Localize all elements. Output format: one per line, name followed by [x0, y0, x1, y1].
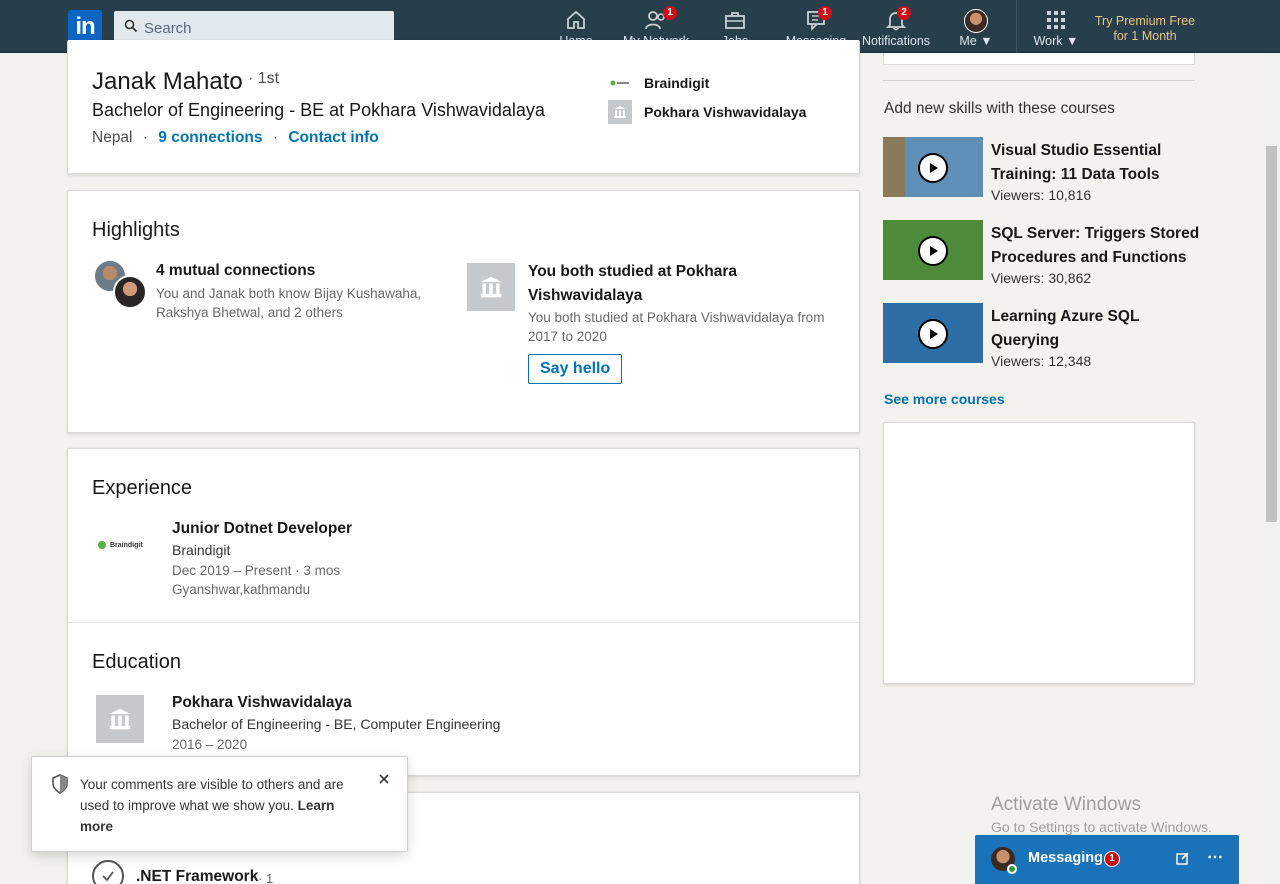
school-icon [608, 100, 632, 124]
experience-location: Gyanshwar,kathmandu [172, 582, 311, 597]
nav-work-label: Work [1033, 34, 1063, 48]
nav-notifications[interactable]: 2 Notifications [860, 6, 932, 51]
more-options-icon[interactable]: ⋯ [1207, 847, 1224, 867]
nav-me[interactable]: Me ▼ [955, 9, 997, 51]
section-divider [68, 622, 859, 623]
connection-degree: · 1st [248, 70, 280, 87]
bell-icon: 2 [885, 6, 911, 31]
shield-icon [51, 774, 69, 799]
search-icon [124, 19, 138, 38]
education-school[interactable]: Pokhara Vishwavidalaya [172, 694, 352, 712]
experience-role[interactable]: Junior Dotnet Developer [172, 520, 352, 538]
nav-work[interactable]: Work ▼ [1030, 9, 1082, 51]
course-title: SQL Server: Triggers Stored Procedures a… [991, 225, 1200, 266]
home-icon [556, 9, 596, 31]
messaging-icon: 1 [804, 6, 832, 31]
premium-link[interactable]: Try Premium Free for 1 Month [1093, 14, 1197, 44]
separator-dot: · [272, 129, 278, 146]
separator-dot: · [142, 129, 148, 146]
caret-down-icon: ▼ [980, 34, 993, 48]
education-title: Education [92, 651, 181, 673]
school-icon[interactable] [96, 695, 144, 743]
avatar [113, 275, 147, 309]
course-item[interactable]: Visual Studio Essential Training: 11 Dat… [883, 137, 1195, 203]
say-hello-button[interactable]: Say hello [528, 354, 623, 384]
scrollbar-thumb[interactable] [1266, 146, 1277, 522]
linkedin-logo[interactable]: in [68, 10, 102, 44]
me-avatar-wrap [955, 9, 997, 33]
profile-name: Janak Mahato [92, 68, 243, 95]
nav-divider [1016, 0, 1017, 53]
highlights-title: Highlights [92, 219, 180, 241]
nav-notifications-label: Notifications [861, 34, 931, 48]
sidebar-divider [883, 80, 1195, 81]
notifications-badge: 2 [897, 6, 911, 20]
courses-heading: Add new skills with these courses [884, 100, 1115, 117]
play-icon [918, 236, 948, 266]
profile-location: Nepal [92, 129, 133, 146]
studied-together-title: You both studied at Pokhara Vishwavidala… [528, 263, 737, 304]
connections-link[interactable]: 9 connections [158, 129, 262, 146]
contact-info-link[interactable]: Contact info [288, 129, 378, 146]
current-company[interactable]: Braindigit [608, 71, 709, 95]
messaging-badge: 1 [818, 6, 832, 20]
course-item[interactable]: SQL Server: Triggers Stored Procedures a… [883, 220, 1199, 286]
comments-notice-toast: Your comments are visible to others and … [31, 756, 408, 852]
briefcase-icon [715, 9, 755, 31]
nav-work-label-wrap: Work ▼ [1030, 34, 1082, 48]
grid-icon [1045, 9, 1067, 31]
online-status-dot [1007, 864, 1017, 874]
current-school[interactable]: Pokhara Vishwavidalaya [608, 100, 806, 124]
education-degree: Bachelor of Engineering - BE, Computer E… [172, 716, 501, 732]
current-company-name: Braindigit [644, 75, 710, 91]
course-viewers: Viewers: 10,816 [991, 187, 1092, 203]
profile-location-line: Nepal · 9 connections · Contact info [92, 129, 379, 147]
braindigit-logo-text: Braindigit [110, 541, 143, 549]
messaging-overlay-bar[interactable]: Messaging 1 ⋯ [975, 835, 1239, 884]
caret-down-icon: ▼ [1066, 34, 1079, 48]
course-viewers: Viewers: 30,862 [991, 270, 1092, 286]
ad-slot [883, 422, 1195, 684]
search-input[interactable] [144, 19, 384, 37]
experience-company: Braindigit [172, 542, 231, 558]
profile-top-card: Janak Mahato · 1st Bachelor of Engineeri… [67, 40, 860, 174]
education-years: 2016 – 2020 [172, 737, 248, 752]
people-icon: 1 [643, 6, 677, 31]
course-item[interactable]: Learning Azure SQL Querying Viewers: 12,… [883, 303, 1195, 369]
sidebar-card-tail [883, 53, 1195, 65]
highlights-card: Highlights 4 mutual connections You and … [67, 190, 860, 433]
check-icon[interactable] [92, 860, 124, 884]
profile-headline: Bachelor of Engineering - BE at Pokhara … [92, 100, 545, 120]
course-viewers: Viewers: 12,348 [991, 353, 1092, 369]
avatar [964, 9, 988, 33]
skill-endorsement-count: · 1 [258, 871, 274, 884]
background-card: Experience Braindigit Junior Dotnet Deve… [67, 448, 860, 776]
mutual-connections-desc: You and Janak both know Bijay Kushawaha,… [156, 286, 422, 320]
close-icon[interactable] [378, 772, 390, 790]
experience-title: Experience [92, 477, 193, 499]
see-more-courses-link[interactable]: See more courses [884, 391, 1005, 407]
skill-name[interactable]: .NET Framework [136, 868, 258, 884]
braindigit-logo [608, 71, 632, 95]
messaging-bar-label: Messaging [1028, 850, 1103, 866]
activate-windows-subtitle: Go to Settings to activate Windows. [991, 819, 1212, 835]
braindigit-logo[interactable]: Braindigit [96, 527, 144, 563]
experience-dates: Dec 2019 – Present · 3 mos [172, 563, 341, 578]
compose-icon[interactable] [1176, 851, 1190, 870]
current-school-name: Pokhara Vishwavidalaya [644, 104, 807, 120]
studied-together-desc: You both studied at Pokhara Vishwavidala… [528, 310, 825, 344]
mutual-avatars[interactable] [93, 259, 149, 311]
course-title: Visual Studio Essential Training: 11 Dat… [991, 142, 1162, 183]
nav-me-label: Me [959, 34, 977, 48]
toast-text-wrap: Your comments are visible to others and … [80, 774, 360, 837]
mutual-connections-title[interactable]: 4 mutual connections [156, 262, 315, 280]
course-title: Learning Azure SQL Querying [991, 308, 1140, 349]
network-badge: 1 [663, 6, 677, 20]
nav-me-label-wrap: Me ▼ [955, 34, 997, 48]
messaging-bar-badge: 1 [1104, 851, 1120, 867]
activate-windows-title: Activate Windows [991, 794, 1141, 815]
school-icon [467, 263, 515, 311]
play-icon [918, 319, 948, 349]
play-icon [918, 153, 948, 183]
